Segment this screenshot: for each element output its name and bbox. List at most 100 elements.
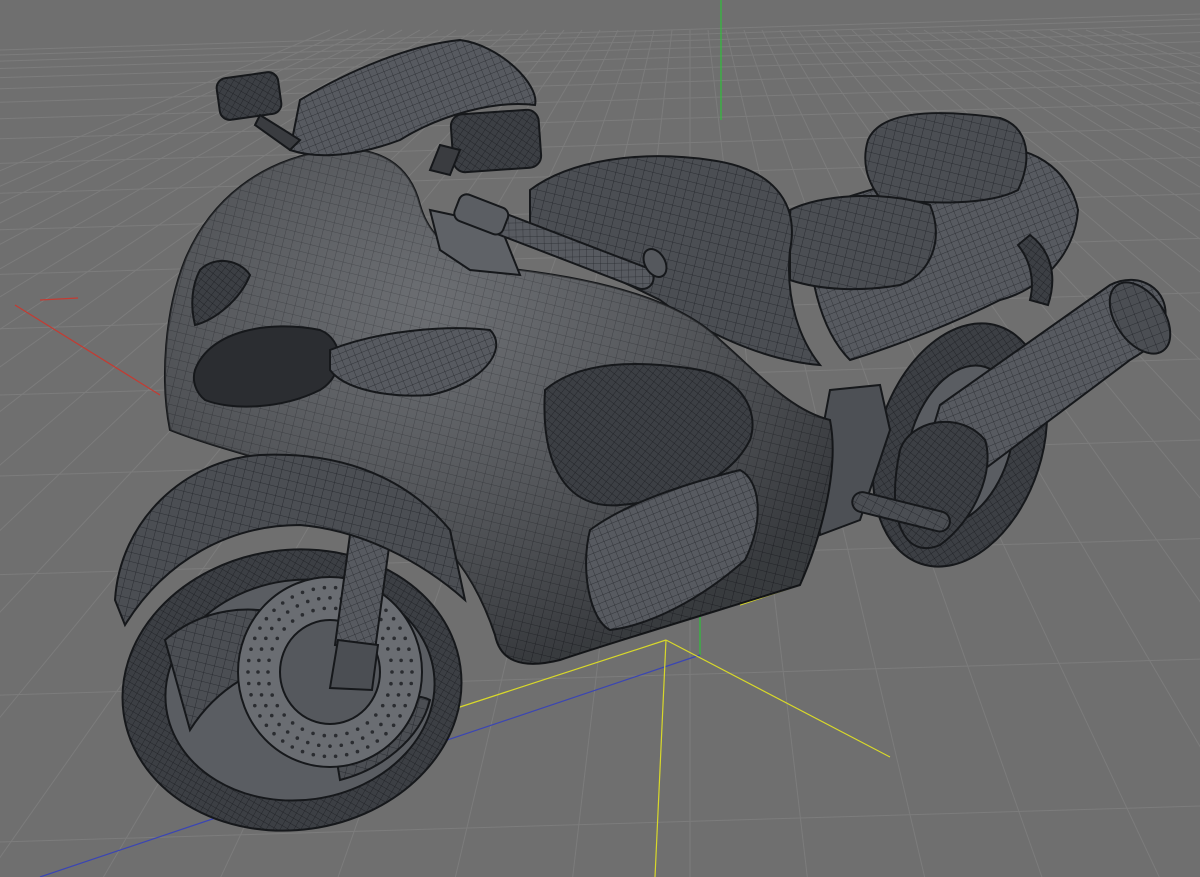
disc-hole <box>380 636 385 641</box>
pillion-hump[interactable] <box>864 112 1028 204</box>
disc-hole <box>282 713 286 717</box>
disc-hole <box>344 752 349 757</box>
disc-hole <box>311 752 316 757</box>
grid-line <box>0 82 1200 120</box>
disc-hole <box>257 681 261 686</box>
right-mirror[interactable] <box>428 108 543 177</box>
disc-hole <box>269 626 274 631</box>
disc-hole <box>409 658 414 663</box>
disc-hole <box>249 692 253 697</box>
disc-hole <box>392 703 396 708</box>
disc-hole <box>264 703 268 708</box>
disc-hole <box>305 740 310 745</box>
disc-hole <box>410 670 414 674</box>
disc-hole <box>390 670 394 674</box>
grid-line <box>1049 29 1200 95</box>
front-brake-disc[interactable] <box>237 576 423 768</box>
disc-hole <box>305 599 310 604</box>
motorcycle-model[interactable] <box>104 38 1182 852</box>
disc-hole <box>398 626 402 630</box>
disc-hole <box>290 745 295 749</box>
disc-hole <box>328 744 332 748</box>
disc-hole <box>270 693 274 697</box>
disc-hole <box>407 692 411 697</box>
disc-hole <box>290 619 295 623</box>
grid-line <box>0 52 1200 90</box>
disc-hole <box>300 590 305 595</box>
disc-hole <box>285 610 290 614</box>
disc-hole <box>264 636 268 641</box>
disc-hole <box>277 617 281 622</box>
disc-hole <box>258 626 262 630</box>
disc-hole <box>384 608 388 613</box>
disc-hole <box>355 727 360 731</box>
disc-hole <box>384 731 388 736</box>
grid-line <box>0 805 1200 843</box>
disc-hole <box>407 647 411 652</box>
disc-hole <box>386 626 391 631</box>
disc-hole <box>322 733 327 738</box>
disc-hole <box>282 627 286 631</box>
disc-hole <box>264 616 269 621</box>
grid-line <box>1031 29 1200 106</box>
disc-hole <box>322 606 327 611</box>
disc-hole <box>285 730 290 734</box>
disc-hole <box>272 608 276 613</box>
disc-hole <box>339 743 344 748</box>
disc-hole <box>311 587 316 592</box>
disc-hole <box>266 670 270 674</box>
disc-hole <box>345 731 349 736</box>
disc-hole <box>259 647 264 651</box>
disc-hole <box>258 714 262 718</box>
disc-hole <box>295 736 300 740</box>
viewport-canvas[interactable] <box>0 0 1200 877</box>
disc-hole <box>389 681 393 686</box>
3d-viewport[interactable] <box>0 0 1200 877</box>
disc-hole <box>365 745 370 749</box>
disc-hole <box>379 722 383 727</box>
disc-hole <box>259 693 264 697</box>
disc-hole <box>399 681 403 686</box>
disc-hole <box>360 736 365 740</box>
grid-line <box>0 32 1200 70</box>
disc-hole <box>398 714 402 718</box>
disc-hole <box>246 670 250 674</box>
disc-hole <box>252 636 257 641</box>
disc-hole <box>252 703 257 708</box>
disc-hole <box>403 636 408 641</box>
disc-hole <box>246 681 251 686</box>
disc-hole <box>386 713 391 718</box>
disc-hole <box>267 681 271 686</box>
grid-line <box>1067 29 1200 85</box>
disc-hole <box>316 743 321 748</box>
disc-hole <box>389 658 393 663</box>
disc-hole <box>290 595 295 599</box>
disc-hole <box>365 721 370 725</box>
rider-seat[interactable] <box>789 194 937 291</box>
grid-line <box>0 65 1200 103</box>
disc-hole <box>328 596 332 600</box>
disc-hole <box>311 608 315 613</box>
selection-axis-x-line <box>665 639 891 758</box>
grid-line <box>1121 29 1200 59</box>
disc-hole <box>355 749 360 754</box>
disc-hole <box>295 604 300 608</box>
disc-hole <box>256 670 260 674</box>
disc-hole <box>350 740 355 745</box>
disc-hole <box>300 727 305 731</box>
disc-hole <box>333 606 338 611</box>
disc-hole <box>280 739 285 743</box>
disc-hole <box>311 731 315 736</box>
disc-hole <box>270 647 274 651</box>
disc-hole <box>300 749 305 754</box>
disc-hole <box>391 616 396 621</box>
disc-hole <box>375 739 380 743</box>
disc-hole <box>409 681 414 686</box>
disc-hole <box>403 703 408 708</box>
disc-hole <box>280 601 285 605</box>
disc-hole <box>322 754 327 759</box>
disc-hole <box>386 693 390 697</box>
disc-hole <box>269 713 274 718</box>
disc-hole <box>257 658 261 663</box>
disc-hole <box>333 585 338 590</box>
